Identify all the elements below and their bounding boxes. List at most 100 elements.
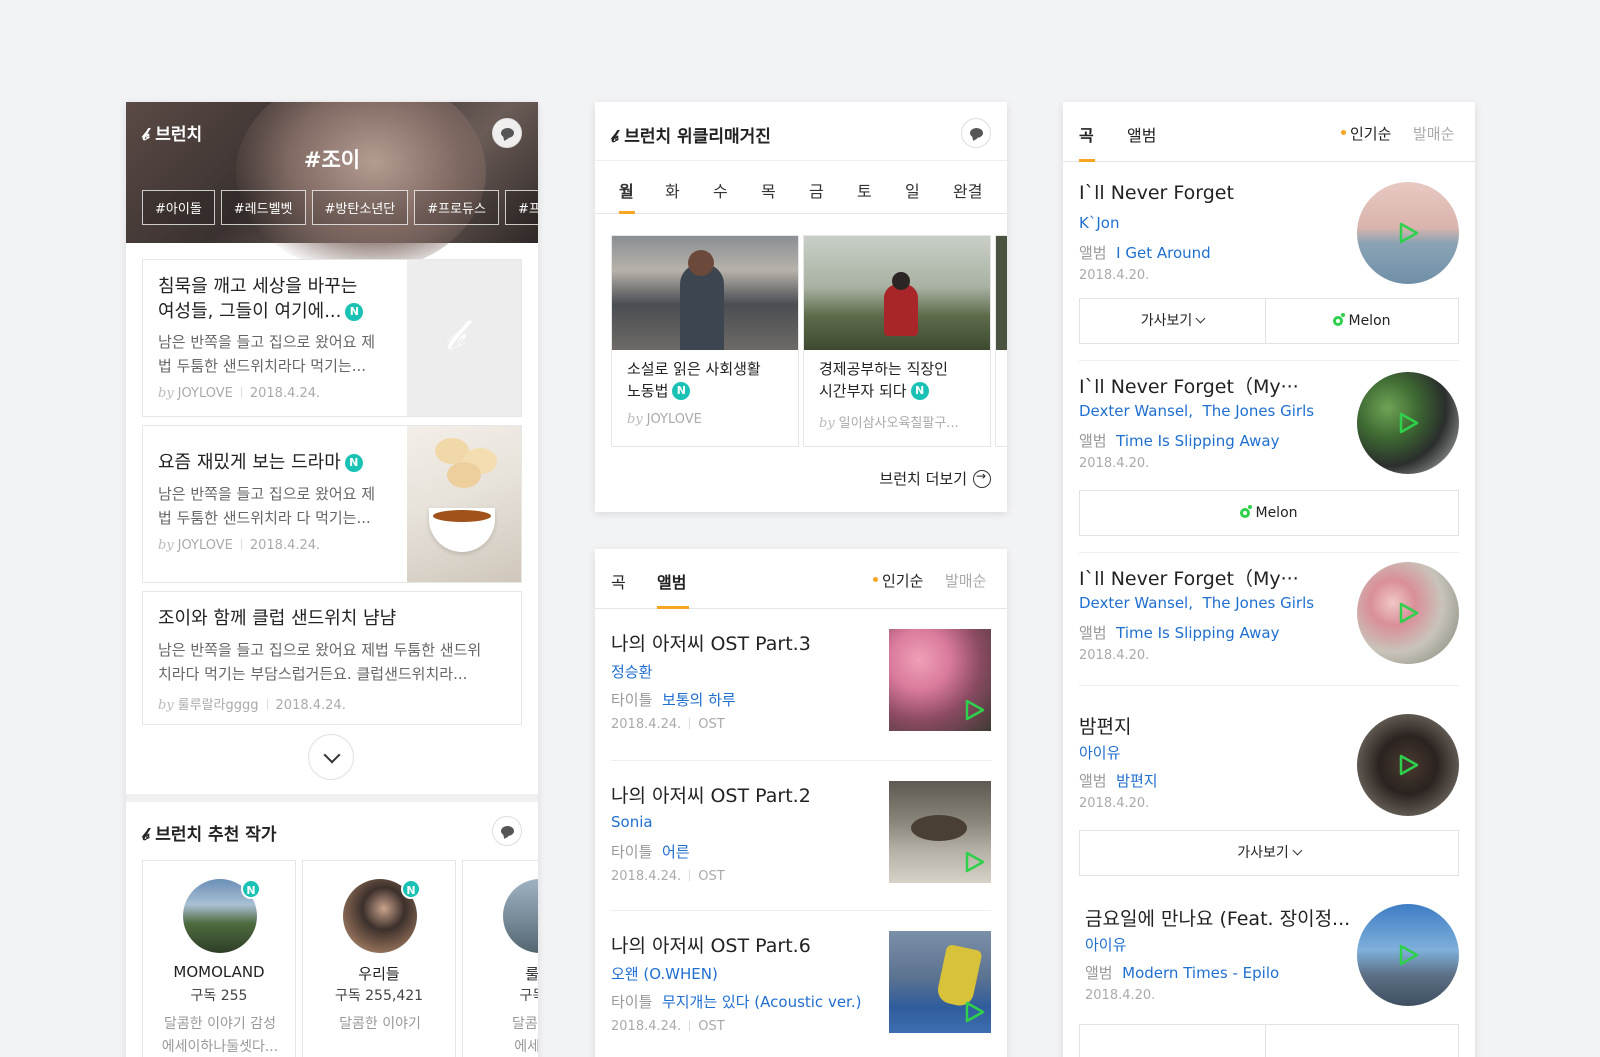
play-icon[interactable] bbox=[965, 699, 985, 721]
play-icon[interactable] bbox=[1399, 944, 1419, 966]
sort-release[interactable]: 발매순 bbox=[1413, 123, 1454, 144]
writer-subscribers: 구독 255,421 bbox=[334, 988, 424, 1004]
weekly-title: 𝒷 브런치 위클리매거진 bbox=[611, 127, 771, 147]
song-artist[interactable]: Dexter Wansel, bbox=[1079, 402, 1193, 420]
article-date: 2018.4.24. bbox=[249, 386, 321, 401]
title-track-link[interactable]: 보통의 하루 bbox=[662, 691, 736, 709]
album-artist[interactable]: 오왠 (O.WHEN) bbox=[611, 963, 718, 984]
song-artist[interactable]: K`Jon bbox=[1079, 214, 1119, 232]
writer-desc: 달콤한 이야기 bbox=[339, 1016, 421, 1032]
album-cover bbox=[889, 629, 991, 731]
song-cover bbox=[1357, 182, 1459, 284]
brunch-logo[interactable]: 𝒷 브런치 bbox=[142, 120, 202, 145]
tab-song[interactable]: 곡 bbox=[611, 569, 626, 593]
hashtag-chip[interactable]: #아이돌 bbox=[142, 190, 215, 225]
title-track-link[interactable]: 어른 bbox=[662, 843, 690, 861]
tea-thumbnail bbox=[407, 426, 521, 582]
writer-card[interactable]: N MOMOLAND 구독 255 달콤한 이야기 감성 에세이하나둘셋다... bbox=[142, 860, 296, 1057]
brunch-more-link[interactable]: 브런치 더보기 bbox=[879, 468, 991, 489]
writer-desc: 달콤한 이야기 감성 bbox=[164, 1016, 276, 1032]
lyrics-button[interactable]: 가사보기 bbox=[1080, 831, 1458, 875]
tab-completed[interactable]: 완결 bbox=[953, 178, 982, 202]
section-divider bbox=[126, 794, 538, 802]
hashtag-chip[interactable]: #방탄소년단 bbox=[311, 190, 409, 225]
release-date: 2018.4.20. bbox=[1085, 988, 1156, 1003]
song-list-card: 곡 앨범 인기순 발매순 I`ll Never Forget K`Jon 앨범 … bbox=[1063, 102, 1475, 1057]
hashtag-chip[interactable]: #프 bbox=[504, 190, 538, 225]
comment-button[interactable] bbox=[961, 118, 991, 148]
tab-album[interactable]: 앨범 bbox=[1127, 122, 1156, 146]
tab-wed[interactable]: 수 bbox=[713, 178, 728, 202]
writer-card[interactable]: N 우리들 구독 255,421 달콤한 이야기 bbox=[302, 860, 456, 1057]
album-artist[interactable]: 정승환 bbox=[611, 661, 652, 682]
song-artist[interactable]: 아이유 bbox=[1085, 934, 1126, 955]
melon-button[interactable]: Melon bbox=[1266, 299, 1458, 343]
song-artist[interactable]: The Jones Girls bbox=[1203, 594, 1315, 612]
tab-album[interactable]: 앨범 bbox=[657, 569, 686, 593]
lyrics-button[interactable] bbox=[1080, 1025, 1266, 1057]
play-icon[interactable] bbox=[1399, 412, 1419, 434]
play-icon[interactable] bbox=[1399, 754, 1419, 776]
release-date: 2018.4.24. bbox=[611, 717, 682, 732]
album-cover bbox=[889, 781, 991, 883]
expand-more-button[interactable] bbox=[308, 734, 354, 780]
song-title: 금요일에 만나요 (Feat. 장이정... bbox=[1085, 908, 1351, 930]
play-icon[interactable] bbox=[965, 1001, 985, 1023]
play-icon[interactable] bbox=[1399, 222, 1419, 244]
tab-fri[interactable]: 금 bbox=[809, 178, 824, 202]
play-icon[interactable] bbox=[965, 851, 985, 873]
article-desc: 남은 반쪽을 들고 집으로 왔어요 제 bbox=[158, 485, 376, 503]
album-row[interactable]: 나의 아저씨 OST Part.6 오왠 (O.WHEN) 타이틀 무지개는 있… bbox=[611, 911, 991, 1057]
tab-thu[interactable]: 목 bbox=[761, 178, 776, 202]
song-title: I`ll Never Forget（My··· bbox=[1079, 568, 1299, 590]
article-card[interactable]: 침묵을 깨고 세상을 바꾸는 여성들, 그들이 여기에... N 남은 반쪽을 들고… bbox=[142, 259, 522, 417]
album-link[interactable]: I Get Around bbox=[1116, 244, 1211, 262]
chat-icon bbox=[500, 826, 514, 836]
article-card[interactable]: 요즘 재밌게 보는 드라마 N 남은 반쪽을 들고 집으로 왔어요 제법 두툼한 … bbox=[142, 425, 522, 583]
sort-popular[interactable]: 인기순 bbox=[873, 570, 923, 591]
album-link[interactable]: 밤편지 bbox=[1116, 772, 1157, 790]
magazine-item[interactable]: 소설로 읽은 사회생활 노동법 N by JOYLOVE bbox=[611, 235, 799, 447]
album-row[interactable]: 나의 아저씨 OST Part.3 정승환 타이틀 보통의 하루 2018.4.… bbox=[611, 609, 991, 761]
album-link[interactable]: Time Is Slipping Away bbox=[1116, 432, 1279, 450]
tab-mon[interactable]: 월 bbox=[619, 178, 634, 202]
album-type: OST bbox=[698, 869, 725, 884]
magazine-item[interactable] bbox=[995, 235, 1007, 447]
field-image bbox=[804, 236, 990, 350]
hero-banner[interactable]: 𝒷 브런치 #조이 #아이돌 #레드벨벳 #방탄소년단 #프로듀스 #프 bbox=[126, 102, 538, 272]
hashtag-chip[interactable]: #레드벨벳 bbox=[220, 190, 306, 225]
comment-button[interactable] bbox=[492, 118, 522, 148]
brunch-placeholder-thumb: 𝒷 bbox=[407, 260, 521, 416]
song-artist[interactable]: The Jones Girls bbox=[1203, 402, 1315, 420]
writer-name: 우리들 bbox=[358, 965, 400, 983]
tab-song[interactable]: 곡 bbox=[1079, 122, 1094, 146]
comment-button[interactable] bbox=[492, 816, 522, 846]
sort-release[interactable]: 발매순 bbox=[945, 570, 986, 591]
tab-sun[interactable]: 일 bbox=[905, 178, 920, 202]
album-link[interactable]: Time Is Slipping Away bbox=[1116, 624, 1279, 642]
album-row[interactable]: 나의 아저씨 OST Part.2 Sonia 타이틀 어른 2018.4.24… bbox=[611, 761, 991, 911]
writer-card[interactable]: 룰루 구독 2 달콤한 이에세이하 bbox=[462, 860, 538, 1057]
hashtag-chip[interactable]: #프로듀스 bbox=[414, 190, 499, 225]
magazine-item[interactable]: 경제공부하는 직장인 시간부자 되다 N by 일이삼사오육칠팔구... bbox=[803, 235, 991, 447]
article-date: 2018.4.24. bbox=[275, 698, 346, 713]
song-artist[interactable]: 아이유 bbox=[1079, 742, 1120, 763]
melon-button[interactable]: Melon bbox=[1080, 491, 1458, 535]
tab-tue[interactable]: 화 bbox=[665, 178, 680, 202]
lyrics-button[interactable]: 가사보기 bbox=[1080, 299, 1266, 343]
article-card[interactable]: 조이와 함께 클럽 샌드위치 냠냠 남은 반쪽을 들고 집으로 왔어요 제법 두… bbox=[142, 591, 522, 725]
sort-popular[interactable]: 인기순 bbox=[1341, 123, 1391, 144]
article-author: JOYLOVE bbox=[177, 386, 233, 401]
writer-subscribers: 구독 255 bbox=[190, 988, 248, 1004]
melon-icon bbox=[1333, 313, 1346, 326]
album-cover bbox=[889, 931, 991, 1033]
title-track-link[interactable]: 무지개는 있다 (Acoustic ver.) bbox=[662, 993, 862, 1011]
album-artist[interactable]: Sonia bbox=[611, 813, 653, 831]
album-link[interactable]: Modern Times - Epilo bbox=[1122, 964, 1279, 982]
tab-sat[interactable]: 토 bbox=[857, 178, 872, 202]
hero-hashtag: #조이 bbox=[303, 148, 361, 172]
song-artist[interactable]: Dexter Wansel, bbox=[1079, 594, 1193, 612]
magazine-author: JOYLOVE bbox=[646, 412, 702, 427]
play-icon[interactable] bbox=[1399, 602, 1419, 624]
release-date: 2018.4.20. bbox=[1079, 456, 1150, 471]
